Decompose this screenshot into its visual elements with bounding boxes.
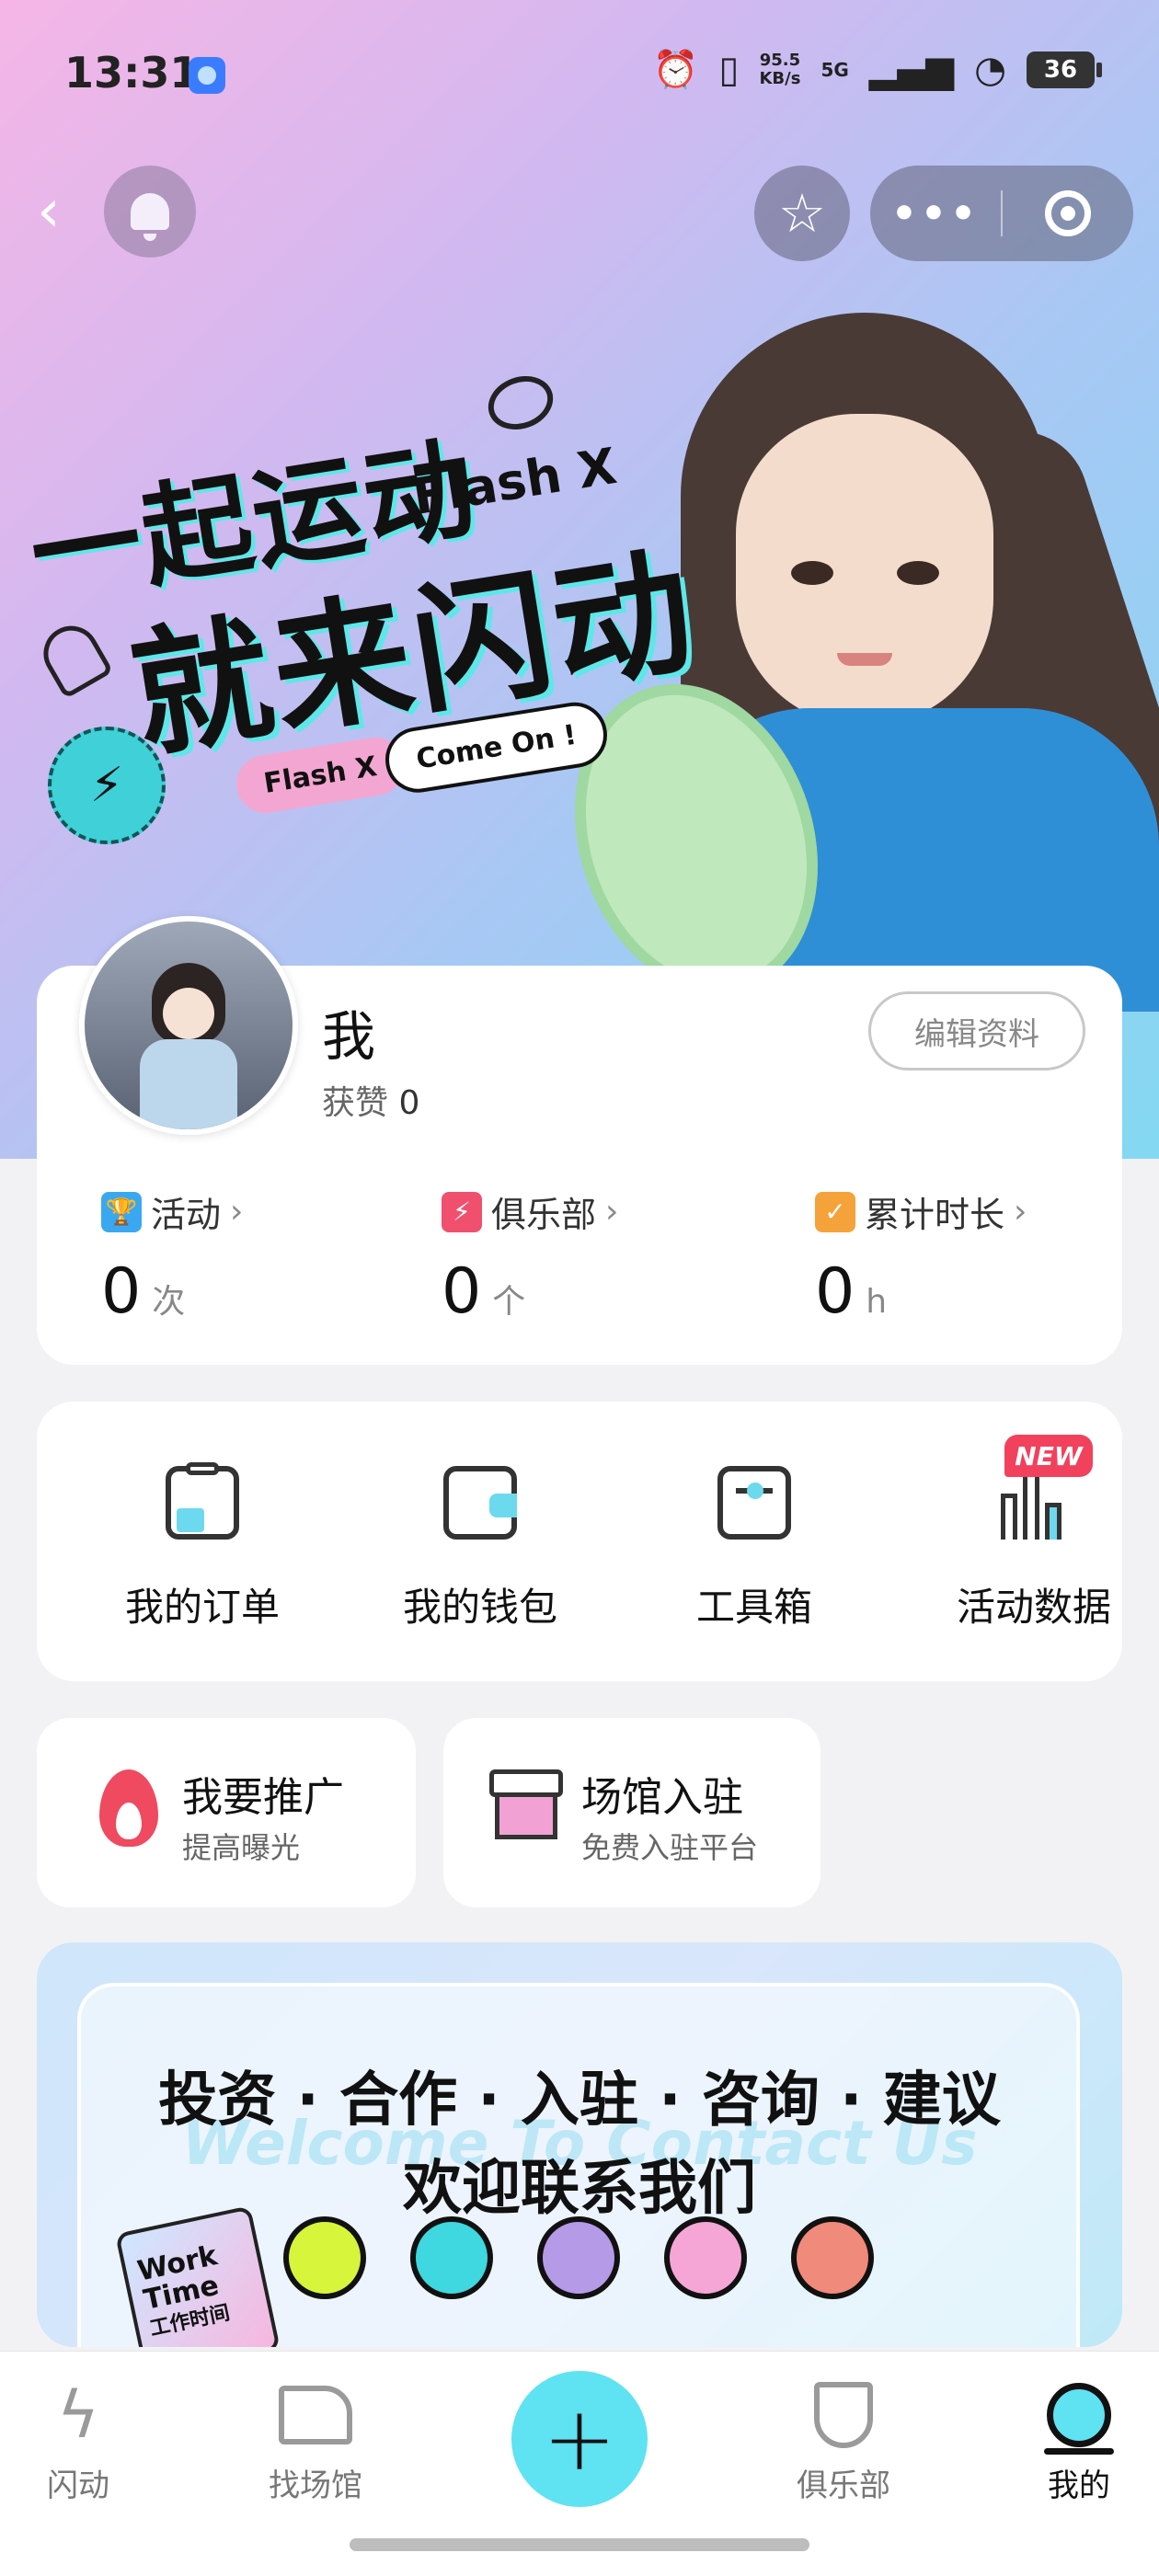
status-time: 13:31 bbox=[64, 48, 200, 97]
stat-label: 活动 bbox=[151, 1195, 222, 1235]
menu-label: 我的钱包 bbox=[402, 1585, 557, 1630]
nav-label: 闪动 bbox=[47, 2467, 109, 2504]
promo-subtitle: 提高曝光 bbox=[182, 1830, 301, 1865]
clipboard-check-icon: ✓ bbox=[815, 1191, 855, 1232]
menu-label: 活动数据 bbox=[956, 1585, 1111, 1630]
flame-icon bbox=[92, 1769, 166, 1852]
likes-count: 获赞 0 bbox=[322, 1076, 419, 1124]
stat-unit: h bbox=[866, 1283, 888, 1321]
menu-label: 工具箱 bbox=[695, 1585, 812, 1630]
shop-icon bbox=[489, 1769, 563, 1852]
vibrate-icon: ▯ bbox=[718, 49, 740, 91]
stat-clubs[interactable]: ⚡ 俱乐部 › 0 个 bbox=[442, 1186, 618, 1328]
nav-label: 俱乐部 bbox=[797, 2467, 890, 2504]
shuttlecock-icon bbox=[33, 615, 114, 700]
signal-icon: ▂▄▆ bbox=[868, 49, 955, 91]
bar-chart-icon bbox=[997, 1466, 1071, 1540]
trophy-icon: 🏆 bbox=[101, 1191, 142, 1232]
profile-icon bbox=[1001, 2374, 1157, 2456]
banner-title: 投资 · 合作 · 入驻 · 咨询 · 建议 bbox=[158, 2067, 1001, 2135]
network-type: 5G bbox=[820, 59, 849, 81]
wallet-icon bbox=[443, 1466, 517, 1540]
likes-value: 0 bbox=[398, 1084, 420, 1122]
soccer-icon bbox=[664, 2216, 747, 2299]
stat-value: 0 bbox=[442, 1255, 482, 1328]
banner-subtitle: 欢迎联系我们 bbox=[403, 2155, 756, 2223]
nav-find-venue[interactable]: 找场馆 bbox=[237, 2374, 394, 2505]
club-icon bbox=[765, 2374, 922, 2456]
promo-subtitle: 免费入驻平台 bbox=[581, 1830, 759, 1865]
menu-my-wallet[interactable]: 我的钱包 bbox=[361, 1466, 600, 1632]
nav-label: 我的 bbox=[1048, 2467, 1110, 2504]
stat-unit: 次 bbox=[152, 1283, 186, 1321]
softball-icon bbox=[283, 2216, 366, 2299]
chevron-right-icon: › bbox=[230, 1193, 244, 1231]
toolbox-icon bbox=[717, 1466, 791, 1540]
wifi-icon: ◔ bbox=[974, 49, 1006, 91]
battery-icon: 36 bbox=[1027, 52, 1102, 88]
promo-title: 我要推广 bbox=[182, 1774, 344, 1821]
menu-my-orders[interactable]: 我的订单 bbox=[83, 1462, 322, 1632]
chevron-right-icon: › bbox=[1014, 1193, 1027, 1231]
stat-value: 0 bbox=[101, 1255, 142, 1328]
likes-label: 获赞 bbox=[322, 1084, 389, 1122]
menu-toolbox[interactable]: 工具箱 bbox=[635, 1466, 874, 1632]
nav-flash[interactable]: ϟ 闪动 bbox=[0, 2374, 156, 2505]
back-button[interactable]: ‹ bbox=[37, 179, 92, 244]
menu-card: 我的订单 我的钱包 工具箱 活动数据 bbox=[37, 1402, 1122, 1681]
edit-profile-button[interactable]: 编辑资料 bbox=[868, 991, 1085, 1070]
username: 我 bbox=[322, 1005, 376, 1068]
volleyball-icon bbox=[410, 2216, 493, 2299]
stat-duration[interactable]: ✓ 累计时长 › 0 h bbox=[815, 1186, 1027, 1328]
stat-activities[interactable]: 🏆 活动 › 0 次 bbox=[101, 1186, 243, 1328]
status-bar: 13:31 ⏰ ▯ 95.5 KB/s 5G ▂▄▆ ◔ 36 bbox=[0, 0, 1159, 147]
promo-advertise[interactable]: 我要推广 提高曝光 bbox=[37, 1718, 416, 1907]
new-badge: NEW bbox=[1004, 1435, 1093, 1477]
target-icon bbox=[1044, 190, 1091, 236]
bell-icon bbox=[131, 193, 169, 241]
lightning-icon: ϟ bbox=[56, 2377, 100, 2453]
nav-me[interactable]: 我的 bbox=[1001, 2374, 1157, 2505]
notification-button[interactable] bbox=[104, 166, 196, 258]
favorite-button[interactable]: ☆ bbox=[754, 166, 850, 261]
net-speed: 95.5 KB/s bbox=[759, 51, 801, 88]
stat-label: 累计时长 bbox=[865, 1195, 1005, 1235]
home-indicator[interactable] bbox=[350, 2538, 809, 2551]
venue-icon bbox=[237, 2374, 394, 2456]
avatar[interactable] bbox=[79, 916, 298, 1135]
basketball-icon bbox=[791, 2216, 874, 2299]
stat-unit: 个 bbox=[492, 1283, 526, 1321]
close-miniapp-button[interactable] bbox=[1003, 190, 1133, 236]
frisbee-icon bbox=[537, 2216, 620, 2299]
menu-label: 我的订单 bbox=[124, 1585, 280, 1630]
app-notification-icon bbox=[189, 57, 225, 94]
stat-label: 俱乐部 bbox=[491, 1195, 597, 1235]
miniapp-capsule: ••• bbox=[870, 166, 1133, 261]
menu-activity-data[interactable]: 活动数据 bbox=[914, 1466, 1153, 1632]
alarm-icon: ⏰ bbox=[652, 49, 699, 91]
create-button[interactable]: + bbox=[511, 2371, 648, 2507]
stat-value: 0 bbox=[815, 1255, 855, 1328]
disc-icon bbox=[480, 367, 561, 439]
chevron-right-icon: › bbox=[605, 1193, 619, 1231]
club-badge-icon: ⚡ bbox=[442, 1191, 482, 1232]
promo-venue-join[interactable]: 场馆入驻 免费入驻平台 bbox=[443, 1718, 820, 1907]
nav-label: 找场馆 bbox=[269, 2467, 362, 2504]
nav-club[interactable]: 俱乐部 bbox=[765, 2374, 922, 2505]
promo-title: 场馆入驻 bbox=[581, 1774, 743, 1821]
order-icon bbox=[166, 1462, 239, 1540]
more-button[interactable]: ••• bbox=[870, 190, 1001, 237]
lightning-stamp-icon: ⚡ bbox=[48, 727, 166, 844]
